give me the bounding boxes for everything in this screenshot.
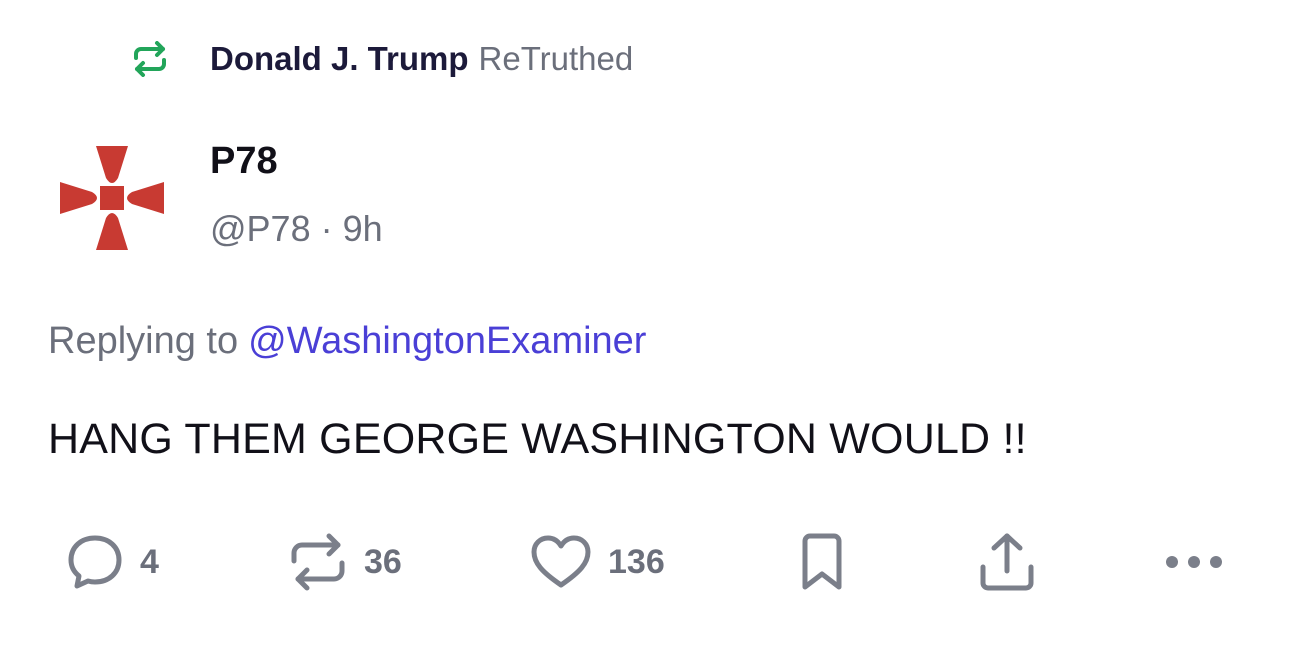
replying-label: Replying to <box>48 320 239 362</box>
replying-to-handle-link[interactable]: @WashingtonExaminer <box>248 320 646 362</box>
post-text: HANG THEM GEORGE WASHINGTON WOULD !! <box>48 415 1027 463</box>
retruth-user-link[interactable]: Donald J. Trump <box>210 40 469 77</box>
avatar[interactable] <box>56 142 168 254</box>
like-count: 136 <box>608 542 665 581</box>
red-cross-pattee-icon <box>60 146 164 250</box>
more-button[interactable] <box>1164 532 1224 592</box>
retruth-label: ReTruthed <box>478 40 634 77</box>
retruth-header: Donald J. Trump ReTruthed <box>130 34 633 84</box>
comment-icon <box>66 533 124 591</box>
share-button[interactable] <box>978 532 1036 592</box>
retruth-icon <box>288 533 348 591</box>
bookmark-button[interactable] <box>800 532 844 592</box>
retruth-icon <box>130 39 170 79</box>
author-handle[interactable]: @P78 <box>210 208 311 249</box>
author-name[interactable]: P78 <box>210 138 278 184</box>
like-button[interactable]: 136 <box>530 532 665 592</box>
more-icon <box>1164 554 1224 570</box>
retruth-count: 36 <box>364 542 402 581</box>
bookmark-icon <box>800 532 844 592</box>
author-meta: @P78 · 9h <box>210 205 383 253</box>
retruth-button[interactable]: 36 <box>288 532 402 592</box>
post-time[interactable]: 9h <box>343 208 383 249</box>
heart-icon <box>530 534 592 590</box>
reply-count: 4 <box>140 542 159 581</box>
replying-to-line: Replying to @WashingtonExaminer <box>48 316 646 366</box>
reply-button[interactable]: 4 <box>66 532 159 592</box>
meta-separator: · <box>320 208 333 249</box>
retruth-text: Donald J. Trump ReTruthed <box>210 34 633 84</box>
share-icon <box>978 531 1036 593</box>
